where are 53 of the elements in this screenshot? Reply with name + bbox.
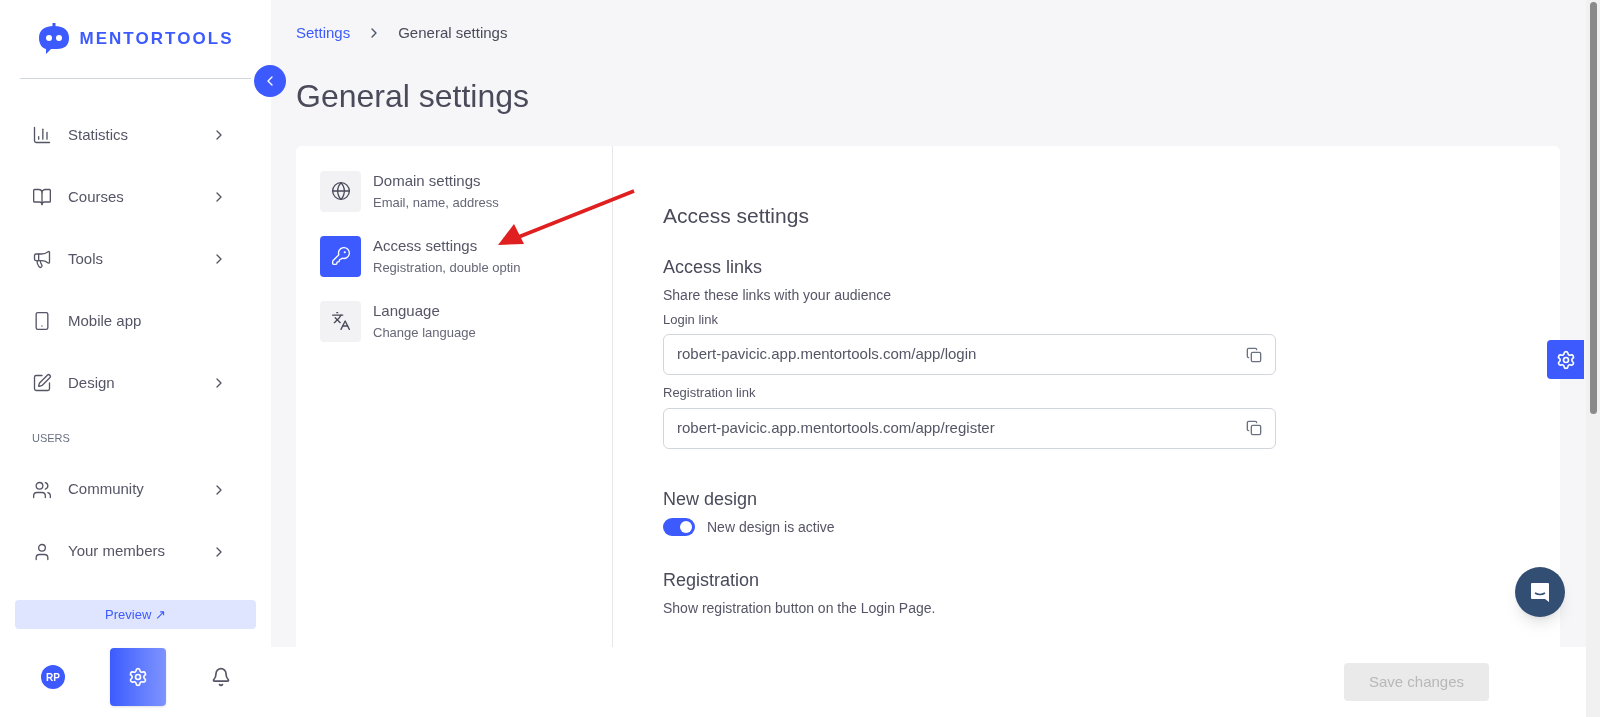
bell-icon[interactable] — [211, 667, 231, 687]
robot-logo-icon — [37, 23, 72, 55]
toggle-switch[interactable] — [663, 518, 695, 536]
sidebar-item[interactable]: Mobile app — [0, 290, 271, 352]
megaphone-icon — [32, 249, 52, 269]
settings-icon — [128, 667, 148, 687]
menu-item-title: Language — [373, 301, 441, 321]
copy-icon[interactable] — [1246, 346, 1262, 363]
collapse-button[interactable] — [254, 65, 286, 97]
menu-item-subtitle: Email, name, address — [373, 193, 499, 212]
field-label: Login link — [663, 310, 719, 329]
settings-menu-item[interactable]: Language Change language — [320, 300, 588, 342]
settings-menu-item[interactable]: Access settings Registration, double optin — [320, 235, 588, 277]
page-title: General settings — [296, 77, 530, 116]
toggle-label: New design is active — [707, 517, 835, 537]
brand-name: MENTORTOOLS — [79, 28, 234, 51]
menu-item-title: Domain settings — [373, 171, 482, 191]
people-icon — [32, 479, 52, 500]
menu-item-title: Access settings — [373, 236, 479, 256]
copy-icon[interactable] — [1246, 420, 1262, 436]
section-title: New design — [663, 487, 759, 511]
section-label: USERS — [31, 431, 71, 446]
chart-icon — [32, 125, 52, 145]
sidebar-item[interactable]: Your members — [0, 520, 271, 583]
user-avatar[interactable]: RP — [41, 665, 65, 689]
settings-icon — [1555, 349, 1576, 370]
globe-icon — [330, 181, 351, 201]
sidebar-item[interactable]: Tools — [0, 228, 271, 290]
sidebar-item[interactable]: Statistics — [0, 104, 271, 166]
sidebar-item[interactable]: Community — [0, 458, 271, 521]
section-title: Access links — [663, 255, 764, 279]
sidebar-item[interactable]: Design — [0, 352, 271, 414]
sidebar-item[interactable]: Courses — [0, 166, 271, 228]
link-field[interactable]: robert-pavicic.app.mentortools.com/app/login — [663, 334, 1276, 375]
key-icon — [330, 246, 351, 266]
section-description: Share these links with your audience — [663, 285, 893, 305]
preview-button[interactable]: Preview ↗ — [15, 600, 256, 629]
book-icon — [32, 187, 52, 207]
field-label: Registration link — [663, 384, 757, 402]
settings-menu-item[interactable]: Domain settings Email, name, address — [320, 170, 588, 212]
translate-icon — [330, 311, 351, 331]
section-title: Registration — [663, 568, 761, 592]
chat-icon — [1529, 581, 1551, 603]
settings-button[interactable] — [110, 648, 166, 706]
content-title: Access settings — [663, 203, 810, 229]
menu-item-subtitle: Registration, double optin — [373, 258, 521, 277]
breadcrumb-current: General settings — [398, 22, 508, 43]
menu-item-subtitle: Change language — [373, 323, 476, 342]
link-field[interactable]: robert-pavicic.app.mentortools.com/app/register — [663, 407, 1276, 449]
section-description: Show registration button on the Login Page. — [663, 598, 937, 618]
pencil-icon — [32, 373, 52, 393]
breadcrumb-link[interactable]: Settings — [296, 21, 351, 45]
floating-settings-button[interactable] — [1547, 340, 1584, 379]
